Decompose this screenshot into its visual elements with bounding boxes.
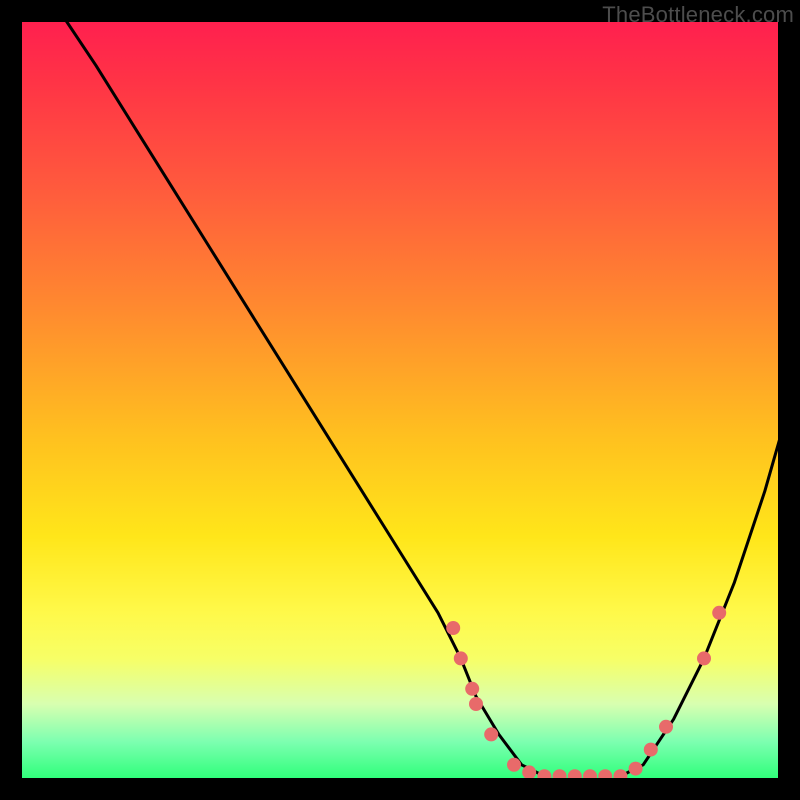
data-point-marker (712, 606, 726, 620)
data-point-marker (644, 743, 658, 757)
data-point-marker (522, 765, 536, 779)
data-point-marker (583, 769, 597, 780)
data-point-marker (537, 769, 551, 780)
bottleneck-curve-svg (20, 20, 780, 780)
plot-area (20, 20, 780, 780)
bottleneck-curve-path (66, 20, 780, 780)
data-point-marker (697, 651, 711, 665)
data-point-marker (629, 762, 643, 776)
watermark-text: TheBottleneck.com (602, 2, 794, 28)
data-point-marker (446, 621, 460, 635)
data-point-marker (507, 758, 521, 772)
data-point-marker (659, 720, 673, 734)
chart-frame (20, 20, 780, 780)
data-point-marker (465, 682, 479, 696)
data-point-marker (553, 769, 567, 780)
data-point-marker (454, 651, 468, 665)
data-point-marker (598, 769, 612, 780)
data-point-marker (568, 769, 582, 780)
data-point-marker (484, 727, 498, 741)
data-point-marker (469, 697, 483, 711)
data-point-marker (613, 769, 627, 780)
